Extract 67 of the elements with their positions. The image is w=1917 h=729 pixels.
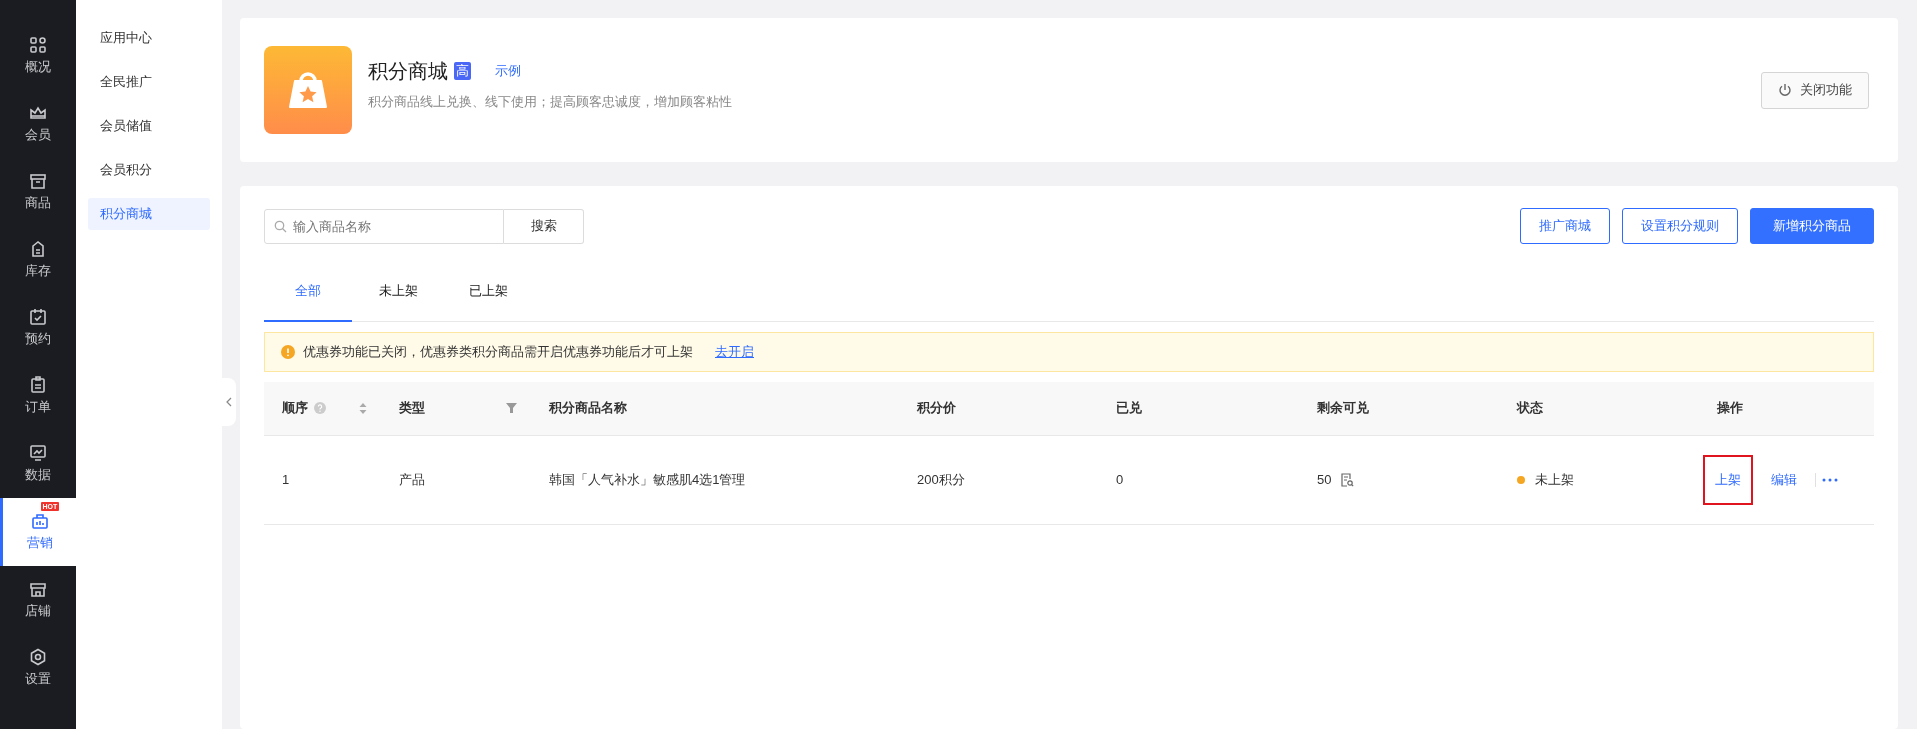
page-description: 积分商品线上兑换、线下使用；提高顾客忠诚度，增加顾客粘性: [368, 92, 733, 111]
bag-icon: [30, 512, 49, 530]
more-icon[interactable]: [1822, 477, 1838, 482]
document-search-icon[interactable]: [1341, 472, 1355, 487]
sort-icon[interactable]: [359, 401, 367, 415]
toolbar-button[interactable]: 设置积分规则: [1622, 208, 1738, 244]
monitor-chart-icon: [29, 444, 47, 462]
filter-tab[interactable]: 已上架: [444, 264, 532, 322]
nav-item[interactable]: 会员: [0, 90, 76, 158]
column-header: 已兑: [1116, 399, 1142, 418]
calendar-icon: [29, 308, 47, 326]
column-header: 类型: [399, 399, 425, 418]
nav-item[interactable]: 数据: [0, 430, 76, 498]
shopping-bag-logo-icon: [264, 46, 352, 134]
clipboard-icon: [29, 376, 47, 394]
submenu-item[interactable]: 应用中心: [88, 22, 210, 54]
help-icon[interactable]: [314, 402, 326, 415]
notice-text: 优惠券功能已关闭，优惠券类积分商品需开启优惠券功能后才可上架: [303, 343, 693, 361]
nav-item[interactable]: 商品: [0, 158, 76, 226]
submenu-item[interactable]: 积分商城: [88, 198, 210, 230]
gear-icon: [29, 648, 47, 666]
action-link[interactable]: 编辑: [1759, 454, 1809, 505]
nav-item[interactable]: 库存: [0, 226, 76, 294]
collapse-handle[interactable]: [222, 378, 236, 426]
filter-tab[interactable]: 未上架: [354, 264, 442, 322]
status-text: 未上架: [1535, 470, 1574, 489]
store-icon: [29, 580, 47, 598]
document-icon: [29, 240, 47, 258]
nav-item[interactable]: 店铺: [0, 566, 76, 634]
table-cell: 韩国「人气补水」敏感肌4选1管理: [549, 471, 746, 487]
submenu-item[interactable]: 会员储值: [88, 110, 210, 142]
column-header: 积分商品名称: [549, 399, 627, 418]
nav-item[interactable]: 概况: [0, 22, 76, 90]
search-icon: [274, 219, 287, 233]
nav-item[interactable]: 预约: [0, 294, 76, 362]
table-cell: 200积分: [917, 471, 965, 487]
column-header: 顺序: [282, 399, 308, 418]
crown-icon: [29, 104, 47, 122]
nav-item[interactable]: 设置: [0, 634, 76, 702]
filter-icon[interactable]: [506, 403, 517, 414]
example-link[interactable]: 示例: [495, 62, 521, 80]
grid-icon: [29, 36, 47, 54]
power-icon: [1778, 83, 1792, 97]
submenu-item[interactable]: 全民推广: [88, 66, 210, 98]
toolbar-button[interactable]: 新增积分商品: [1750, 208, 1874, 244]
filter-tab[interactable]: 全部: [264, 264, 352, 322]
column-header: 积分价: [917, 399, 956, 418]
table-cell: 0: [1116, 472, 1124, 487]
box-icon: [29, 172, 47, 190]
submenu-item[interactable]: 会员积分: [88, 154, 210, 186]
search-field[interactable]: 输入商品名称: [264, 208, 504, 244]
close-feature-button[interactable]: 关闭功能: [1761, 71, 1869, 109]
toolbar-button[interactable]: 推广商城: [1520, 208, 1610, 244]
column-header: 操作: [1717, 399, 1743, 418]
tier-badge: 高: [454, 62, 471, 80]
table-cell: 产品: [399, 471, 425, 487]
nav-item[interactable]: 订单: [0, 362, 76, 430]
column-header: 状态: [1517, 399, 1543, 418]
enable-link[interactable]: 去开启: [715, 343, 754, 361]
page-title: 积分商城: [368, 58, 448, 84]
table-cell: 1: [282, 472, 290, 487]
table-cell: 50: [1317, 472, 1332, 487]
warning-icon: [281, 345, 295, 359]
column-header: 剩余可兑: [1317, 399, 1369, 418]
search-button[interactable]: 搜索: [504, 208, 584, 244]
action-link[interactable]: 上架: [1703, 454, 1753, 505]
chevron-left-icon: [226, 397, 232, 407]
